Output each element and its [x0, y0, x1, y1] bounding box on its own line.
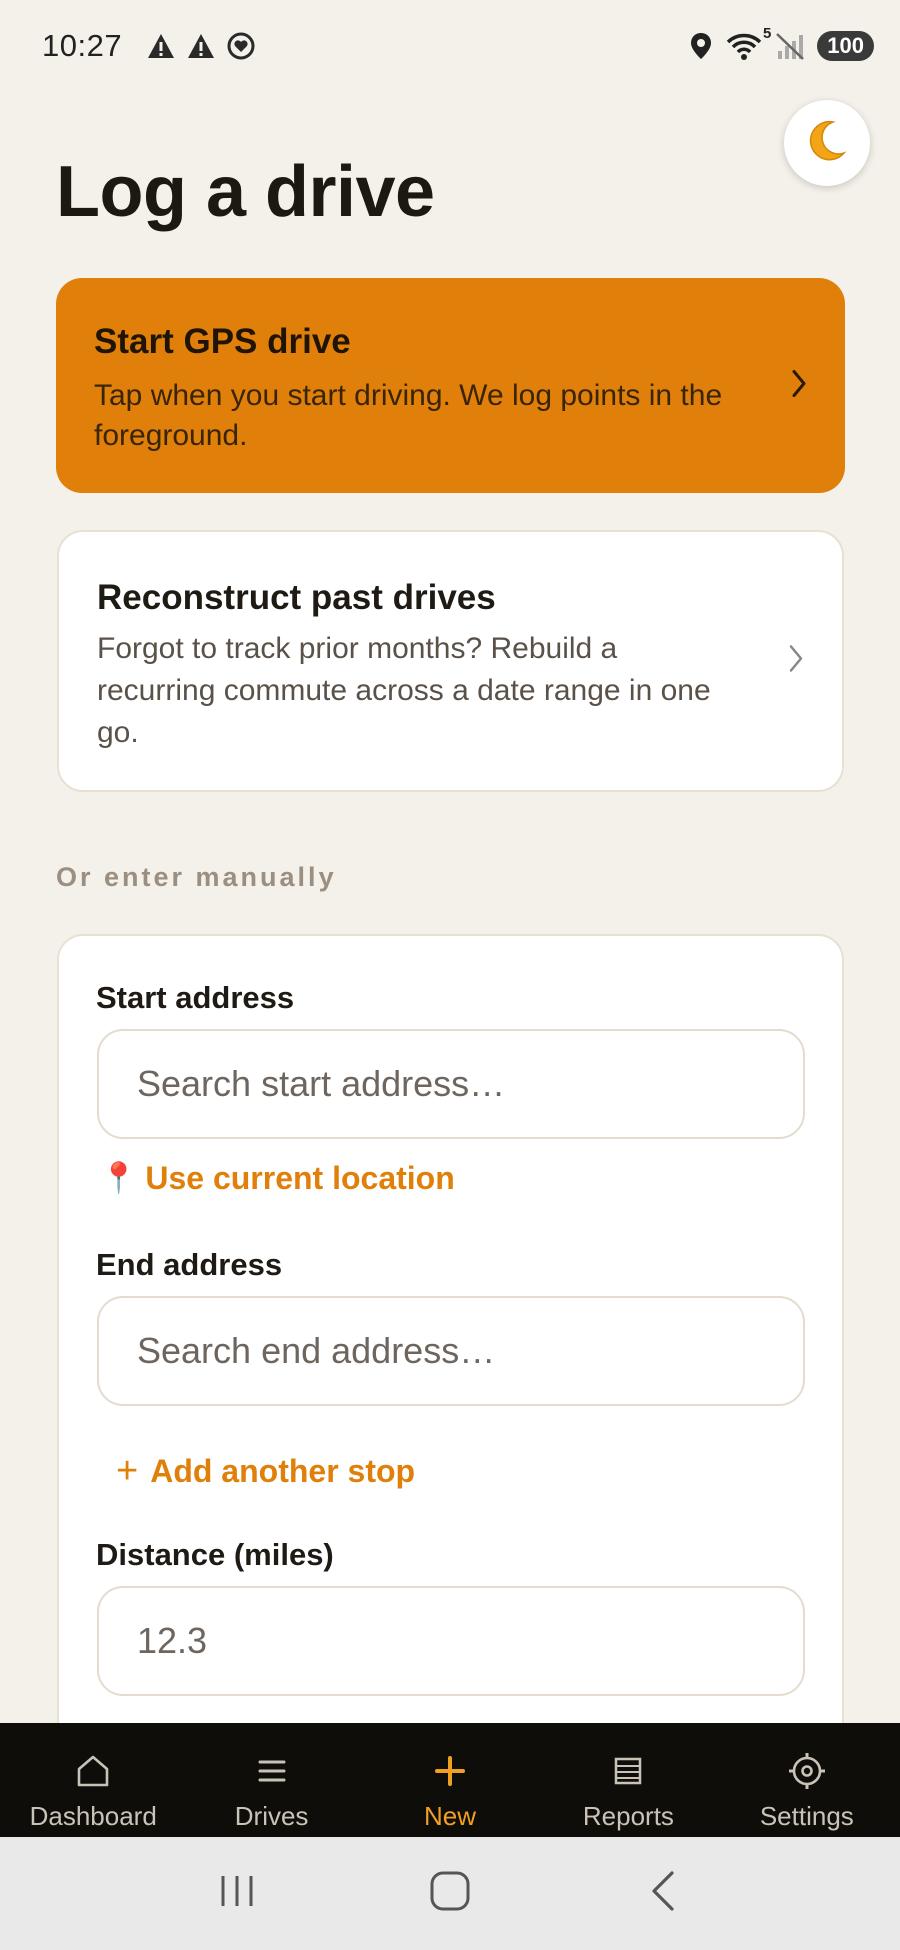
status-time: 10:27 — [42, 28, 123, 63]
theme-toggle-button[interactable] — [784, 100, 870, 186]
add-another-stop-button[interactable]: + Add another stop — [116, 1450, 415, 1493]
back-button[interactable] — [623, 1854, 703, 1934]
heart-badge-icon — [226, 31, 256, 61]
nav-settings-label: Settings — [759, 1801, 854, 1831]
recent-apps-button[interactable] — [197, 1854, 277, 1934]
nav-new-label: New — [424, 1801, 477, 1831]
reconstruct-card-title: Reconstruct past drives — [97, 578, 496, 617]
page-title: Log a drive — [56, 152, 435, 232]
status-right: 5 100 — [689, 25, 874, 61]
recent-apps-icon — [217, 1873, 257, 1914]
home-icon — [75, 1749, 111, 1793]
signal-off-icon — [775, 31, 805, 61]
home-button[interactable] — [410, 1854, 490, 1934]
start-gps-drive-card[interactable]: Start GPS drive Tap when you start drivi… — [56, 278, 845, 493]
status-left: 10:27 — [42, 28, 256, 64]
report-icon — [613, 1749, 643, 1793]
nav-reports-label: Reports — [582, 1801, 674, 1831]
end-address-input[interactable] — [97, 1296, 805, 1406]
section-label-manual: Or enter manually — [56, 862, 337, 892]
plus-icon — [434, 1749, 466, 1793]
nav-drives-label: Drives — [234, 1801, 309, 1831]
reconstruct-past-drives-card[interactable]: Reconstruct past drives Forgot to track … — [57, 530, 844, 792]
reconstruct-card-description: Forgot to track prior months? Rebuild a … — [97, 632, 711, 749]
pin-icon: 📍 — [100, 1162, 138, 1195]
nav-dashboard[interactable]: Dashboard — [4, 1723, 182, 1837]
status-bar: 10:27 5 100 — [0, 0, 900, 92]
gps-card-title: Start GPS drive — [94, 322, 351, 361]
list-icon — [257, 1749, 287, 1793]
gear-icon — [788, 1749, 826, 1793]
nav-drives[interactable]: Drives — [182, 1723, 360, 1837]
bottom-nav: Dashboard Drives New Reports Settings — [0, 1723, 900, 1837]
distance-input[interactable] — [97, 1586, 805, 1696]
nav-dashboard-label: Dashboard — [29, 1801, 157, 1831]
use-current-location-link[interactable]: 📍 Use current location — [100, 1160, 455, 1197]
use-current-location-label: Use current location — [145, 1160, 455, 1196]
start-address-input[interactable] — [97, 1029, 805, 1139]
wifi-badge: 5 — [762, 25, 772, 42]
chevron-right-icon — [788, 644, 804, 679]
alert-icon — [146, 32, 176, 60]
alert-icon — [186, 32, 216, 60]
battery-indicator: 100 — [817, 31, 874, 61]
back-icon — [649, 1870, 677, 1917]
distance-label: Distance (miles) — [96, 1537, 334, 1572]
gps-card-description: Tap when you start driving. We log point… — [94, 379, 723, 452]
nav-reports[interactable]: Reports — [539, 1723, 717, 1837]
system-nav-bar — [0, 1837, 900, 1950]
start-address-label: Start address — [96, 980, 295, 1015]
add-another-stop-label: Add another stop — [150, 1453, 416, 1489]
plus-icon: + — [116, 1450, 139, 1492]
wifi-icon: 5 — [725, 25, 771, 61]
chevron-right-icon — [791, 368, 807, 403]
home-square-icon — [429, 1870, 471, 1917]
nav-new[interactable]: New — [361, 1723, 539, 1837]
moon-icon — [807, 119, 847, 168]
end-address-label: End address — [96, 1247, 283, 1282]
location-icon — [689, 31, 713, 61]
nav-settings[interactable]: Settings — [718, 1723, 896, 1837]
